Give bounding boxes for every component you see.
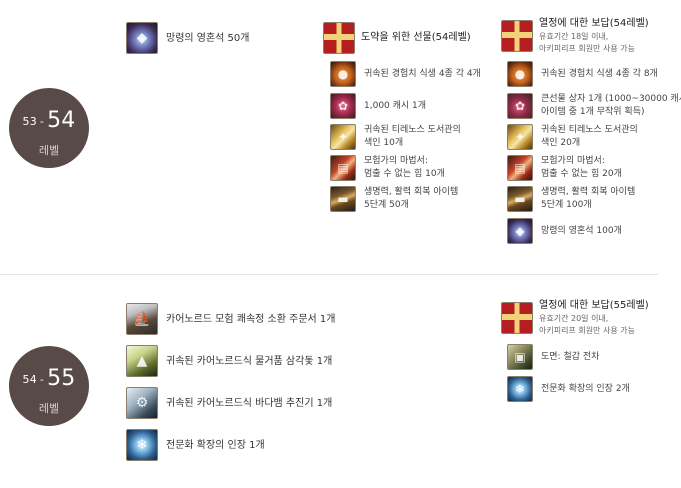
crystal-icon: ◆ <box>507 218 533 244</box>
reward-line1: 망령의 영혼석 100개 <box>541 225 622 236</box>
reward-label: 귀속된 카어노르드식 바다뱀 추진기 1개 <box>166 397 333 409</box>
ship-icon: ⛵ <box>126 303 158 335</box>
gift-box-icon <box>501 20 533 52</box>
level-to: 55 <box>47 366 76 391</box>
section-divider <box>0 274 658 275</box>
gift-header: 열정에 대한 보답(55레벨) 유효기간 20일 이내, 아키피리프 회원만 사… <box>501 299 649 337</box>
reward-label: 카어노르드 모험 쾌속정 소환 주문서 1개 <box>166 313 336 325</box>
gift-box-icon <box>501 302 533 334</box>
reward-line1: 큰선물 상자 1개 (1000~30000 캐시 <box>541 94 681 104</box>
reward-line2: 색인 20개 <box>541 138 581 148</box>
level-dash: - <box>39 373 45 386</box>
reward-label: 망령의 영혼석 50개 <box>166 32 250 44</box>
reward-item: ● 귀속된 경험치 식생 4종 각 8개 <box>507 61 658 87</box>
reward-item: ❄ 전문화 확장의 인장 1개 <box>126 429 265 461</box>
reward-item: ❄ 전문화 확장의 인장 2개 <box>507 376 630 402</box>
gift-box-icon <box>323 22 355 54</box>
reward-line2: 5단계 50개 <box>364 200 409 210</box>
mystery-box-icon: ✿ <box>507 93 533 119</box>
reward-item: ⛵ 카어노르드 모험 쾌속정 소환 주문서 1개 <box>126 303 335 335</box>
gift-validity: 유효기간 20일 이내, <box>539 314 609 323</box>
reward-item: ✿ 큰선물 상자 1개 (1000~30000 캐시 아이템 중 1개 무작위 … <box>507 93 681 119</box>
gift-condition: 아키피리프 회원만 사용 가능 <box>539 326 635 335</box>
snowflake-seal-icon: ❄ <box>507 376 533 402</box>
reward-label: 전문화 확장의 인장 1개 <box>166 439 265 451</box>
reward-item: ⚙ 귀속된 카어노르드식 바다뱀 추진기 1개 <box>126 387 332 419</box>
reward-line1: 도면: 철갑 전차 <box>541 351 600 362</box>
reward-item: ◆ 망령의 영혼석 50개 <box>126 22 249 54</box>
reward-item: ▤ 모험가의 마법서: 멈출 수 없는 힘 20개 <box>507 155 622 181</box>
level-to: 54 <box>47 108 76 133</box>
book-icon: ✦ <box>330 124 356 150</box>
magic-book-icon: ▤ <box>330 155 356 181</box>
level-label: 레벨 <box>38 402 60 415</box>
gift-header: 도약을 위한 선물(54레벨) <box>323 22 471 54</box>
reward-line1: 귀속된 티레노스 도서관의 <box>364 125 461 135</box>
reward-item: ✿ 1,000 캐시 1개 <box>330 93 426 119</box>
reward-item: ▣ 도면: 철갑 전차 <box>507 344 599 370</box>
level-badge-53-54: 53-54 레벨 <box>9 88 89 168</box>
gift-title: 도약을 위한 선물(54레벨) <box>361 32 471 43</box>
reward-line1: 모험가의 마법서: <box>541 156 605 166</box>
reward-line2: 5단계 100개 <box>541 200 592 210</box>
reward-item: ◆ 망령의 영혼석 100개 <box>507 218 622 244</box>
book-icon: ✦ <box>507 124 533 150</box>
sail-icon: ▲ <box>126 345 158 377</box>
gift-title: 열정에 대한 보답(54레벨) <box>539 18 649 29</box>
gift-header: 열정에 대한 보답(54레벨) 유효기간 18일 이내, 아키피리프 회원만 사… <box>501 17 649 55</box>
pumpkin-icon: ● <box>330 61 356 87</box>
gift-title: 열정에 대한 보답(55레벨) <box>539 300 649 311</box>
reward-line2: 멈출 수 없는 힘 20개 <box>541 169 622 179</box>
reward-item: ▬ 생명력, 활력 회복 아이템 5단계 50개 <box>330 186 458 212</box>
level-badge-54-55: 54-55 레벨 <box>9 346 89 426</box>
reward-line2: 색인 10개 <box>364 138 404 148</box>
level-from: 54 <box>22 373 37 386</box>
reward-item: ▤ 모험가의 마법서: 멈출 수 없는 힘 10개 <box>330 155 445 181</box>
reward-line1: 귀속된 티레노스 도서관의 <box>541 125 638 135</box>
cash-icon: ✿ <box>330 93 356 119</box>
level-dash: - <box>39 115 45 128</box>
reward-item: ● 귀속된 경험치 식생 4종 각 4개 <box>330 61 481 87</box>
potion-icon: ▬ <box>507 186 533 212</box>
reward-line1: 전문화 확장의 인장 2개 <box>541 383 630 394</box>
reward-item: ✦ 귀속된 티레노스 도서관의 색인 20개 <box>507 124 638 150</box>
reward-line1: 생명력, 활력 회복 아이템 <box>364 187 459 197</box>
reward-label: 귀속된 카어노르드식 물거품 삼각돛 1개 <box>166 355 333 367</box>
engine-icon: ⚙ <box>126 387 158 419</box>
reward-item: ✦ 귀속된 티레노스 도서관의 색인 10개 <box>330 124 461 150</box>
gift-condition: 아키피리프 회원만 사용 가능 <box>539 44 635 53</box>
pumpkin-icon: ● <box>507 61 533 87</box>
crystal-icon: ◆ <box>126 22 158 54</box>
magic-book-icon: ▤ <box>507 155 533 181</box>
reward-item: ▬ 생명력, 활력 회복 아이템 5단계 100개 <box>507 186 635 212</box>
level-from: 53 <box>22 115 37 128</box>
snowflake-seal-icon: ❄ <box>126 429 158 461</box>
reward-line1: 모험가의 마법서: <box>364 156 428 166</box>
reward-line1: 귀속된 경험치 식생 4종 각 8개 <box>541 68 658 79</box>
potion-icon: ▬ <box>330 186 356 212</box>
reward-line1: 1,000 캐시 1개 <box>364 100 427 111</box>
level-label: 레벨 <box>38 144 60 157</box>
reward-item: ▲ 귀속된 카어노르드식 물거품 삼각돛 1개 <box>126 345 332 377</box>
gift-validity: 유효기간 18일 이내, <box>539 32 609 41</box>
reward-line2: 멈출 수 없는 힘 10개 <box>364 169 445 179</box>
reward-line1: 생명력, 활력 회복 아이템 <box>541 187 636 197</box>
reward-line1: 귀속된 경험치 식생 4종 각 4개 <box>364 68 481 79</box>
reward-line2: 아이템 중 1개 무작위 획득) <box>541 107 645 117</box>
tank-blueprint-icon: ▣ <box>507 344 533 370</box>
